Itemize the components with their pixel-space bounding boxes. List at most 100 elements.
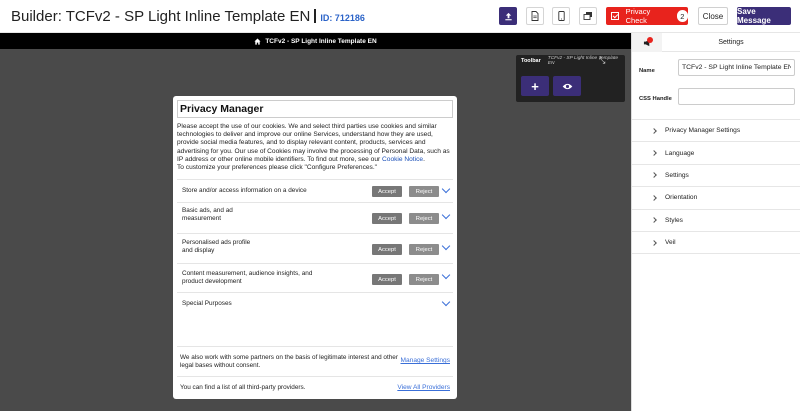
purpose-row: Basic ads, and ad measurement Accept Rej… (177, 202, 453, 233)
section-label: Language (665, 149, 695, 157)
layers-icon (583, 12, 592, 20)
special-purposes-row[interactable]: Special Purposes (177, 292, 453, 315)
toolbar-template-name: TCFv2 - SP Light Inline Template EN (547, 56, 619, 66)
name-field[interactable] (678, 59, 795, 76)
title-divider (314, 9, 317, 23)
manage-settings-link[interactable]: Manage Settings (401, 357, 451, 364)
modal-title-box[interactable]: Privacy Manager (177, 100, 453, 118)
privacy-manager-modal: Privacy Manager Please accept the use of… (173, 96, 457, 399)
section-label: Styles (665, 216, 683, 224)
tab-privacy-check[interactable] (632, 33, 662, 52)
toolbar-label: Toolbar (521, 58, 541, 64)
section-label: Settings (665, 171, 689, 179)
close-button[interactable]: Close (698, 7, 728, 25)
privacy-check-count-badge: 2 (676, 10, 688, 22)
purpose-label-line1: Basic ads, and ad (182, 207, 233, 214)
preview-toggle-button[interactable] (553, 76, 581, 96)
plus-icon: + (531, 78, 539, 94)
purpose-label-line1: Personalised ads profile (182, 239, 251, 246)
chevron-right-icon (651, 239, 657, 246)
tab-settings[interactable]: Settings (662, 33, 800, 51)
purpose-label: Content measurement, audience insights, … (182, 270, 312, 286)
name-field-label: Name (639, 68, 655, 74)
section-orientation[interactable]: Orientation (632, 187, 800, 210)
builder-title: Builder: TCFv2 - SP Light Inline Templat… (11, 8, 311, 25)
accept-button[interactable]: Accept (372, 213, 402, 224)
legitimate-interest-section: We also work with some partners on the b… (177, 346, 453, 376)
eye-icon (562, 83, 572, 89)
chevron-right-icon (651, 150, 657, 156)
accept-button[interactable]: Accept (372, 186, 402, 197)
section-label: Privacy Manager Settings (665, 127, 741, 135)
canvas-template-bar: TCFv2 - SP Light Inline Template EN (0, 33, 631, 49)
chevron-down-icon[interactable] (441, 241, 451, 251)
chevron-right-icon (651, 172, 657, 179)
save-message-button[interactable]: Save Message (737, 7, 791, 25)
purpose-label: Personalised ads profile and display (182, 239, 250, 255)
privacy-check-button[interactable]: Privacy Check 2 (606, 7, 688, 25)
preview-canvas: TCFv2 - SP Light Inline Template EN Tool… (0, 33, 631, 411)
add-element-button[interactable]: + (521, 76, 549, 96)
message-id: ID: 712186 (320, 13, 365, 23)
mouse-cursor-icon: ⤡ (599, 56, 606, 65)
accept-button[interactable]: Accept (372, 244, 402, 255)
reject-button[interactable]: Reject (409, 213, 439, 224)
chevron-down-icon[interactable] (441, 297, 451, 307)
providers-text: You can find a list of all third-party p… (180, 384, 306, 391)
canvas-template-name: TCFv2 - SP Light Inline Template EN (265, 37, 377, 45)
section-privacy-manager-settings[interactable]: Privacy Manager Settings (632, 120, 800, 143)
section-label: Veil (665, 239, 676, 247)
providers-section: You can find a list of all third-party p… (177, 376, 453, 399)
floating-toolbar: Toolbar TCFv2 - SP Light Inline Template… (516, 55, 625, 102)
legitimate-interest-line1: We also work with some partners on the b… (180, 354, 398, 361)
layers-button[interactable] (579, 7, 597, 25)
purpose-row: Store and/or access information on a dev… (177, 179, 453, 202)
reject-button[interactable]: Reject (409, 186, 439, 197)
cookie-notice-link[interactable]: Cookie Notice (382, 156, 423, 163)
purpose-label: Basic ads, and ad measurement (182, 207, 233, 223)
css-handle-field[interactable] (678, 88, 795, 105)
mobile-icon (557, 11, 565, 21)
purpose-row: Personalised ads profile and display Acc… (177, 233, 453, 263)
home-icon (254, 37, 261, 45)
chevron-right-icon (651, 217, 657, 224)
legitimate-interest-text: We also work with some partners on the b… (180, 354, 398, 370)
document-preview-button[interactable] (526, 7, 544, 25)
modal-title: Privacy Manager (180, 103, 264, 115)
section-label: Orientation (665, 194, 698, 202)
chevron-down-icon[interactable] (441, 270, 451, 280)
special-purposes-label: Special Purposes (182, 300, 232, 307)
reject-button[interactable]: Reject (409, 274, 439, 285)
purpose-list: Store and/or access information on a dev… (177, 179, 453, 315)
settings-panel: Settings Name CSS Handle Privacy Manager… (631, 33, 800, 411)
page-title: Builder: TCFv2 - SP Light Inline Templat… (11, 8, 365, 25)
purpose-row: Content measurement, audience insights, … (177, 263, 453, 292)
purpose-label-line1: Content measurement, audience insights, … (182, 270, 313, 277)
alert-dot (647, 37, 653, 43)
chevron-right-icon (651, 195, 657, 201)
section-styles[interactable]: Styles (632, 210, 800, 232)
purpose-label-line2: and display (182, 247, 215, 254)
intro-text-end: . (423, 155, 425, 163)
chevron-down-icon[interactable] (441, 184, 451, 194)
mobile-preview-button[interactable] (552, 7, 570, 25)
customize-text: To customize your preferences please cli… (177, 164, 378, 172)
chevron-down-icon[interactable] (441, 210, 451, 220)
purpose-label-line2: measurement (182, 215, 222, 222)
intro-text: Please accept the use of our cookies. We… (173, 118, 457, 164)
checkbox-icon (611, 12, 619, 20)
upload-button[interactable] (499, 7, 517, 25)
section-veil[interactable]: Veil (632, 232, 800, 255)
section-language[interactable]: Language (632, 142, 800, 165)
builder-header: Builder: TCFv2 - SP Light Inline Templat… (0, 0, 800, 33)
document-icon (531, 11, 539, 21)
panel-tabs: Settings (632, 33, 800, 52)
reject-button[interactable]: Reject (409, 244, 439, 255)
view-all-providers-link[interactable]: View All Providers (397, 384, 450, 391)
purpose-label-line2: product development (182, 278, 242, 285)
purpose-label: Store and/or access information on a dev… (182, 187, 307, 195)
accept-button[interactable]: Accept (372, 274, 402, 285)
section-settings[interactable]: Settings (632, 165, 800, 188)
upload-icon (504, 12, 512, 20)
css-handle-label: CSS Handle (639, 96, 672, 102)
